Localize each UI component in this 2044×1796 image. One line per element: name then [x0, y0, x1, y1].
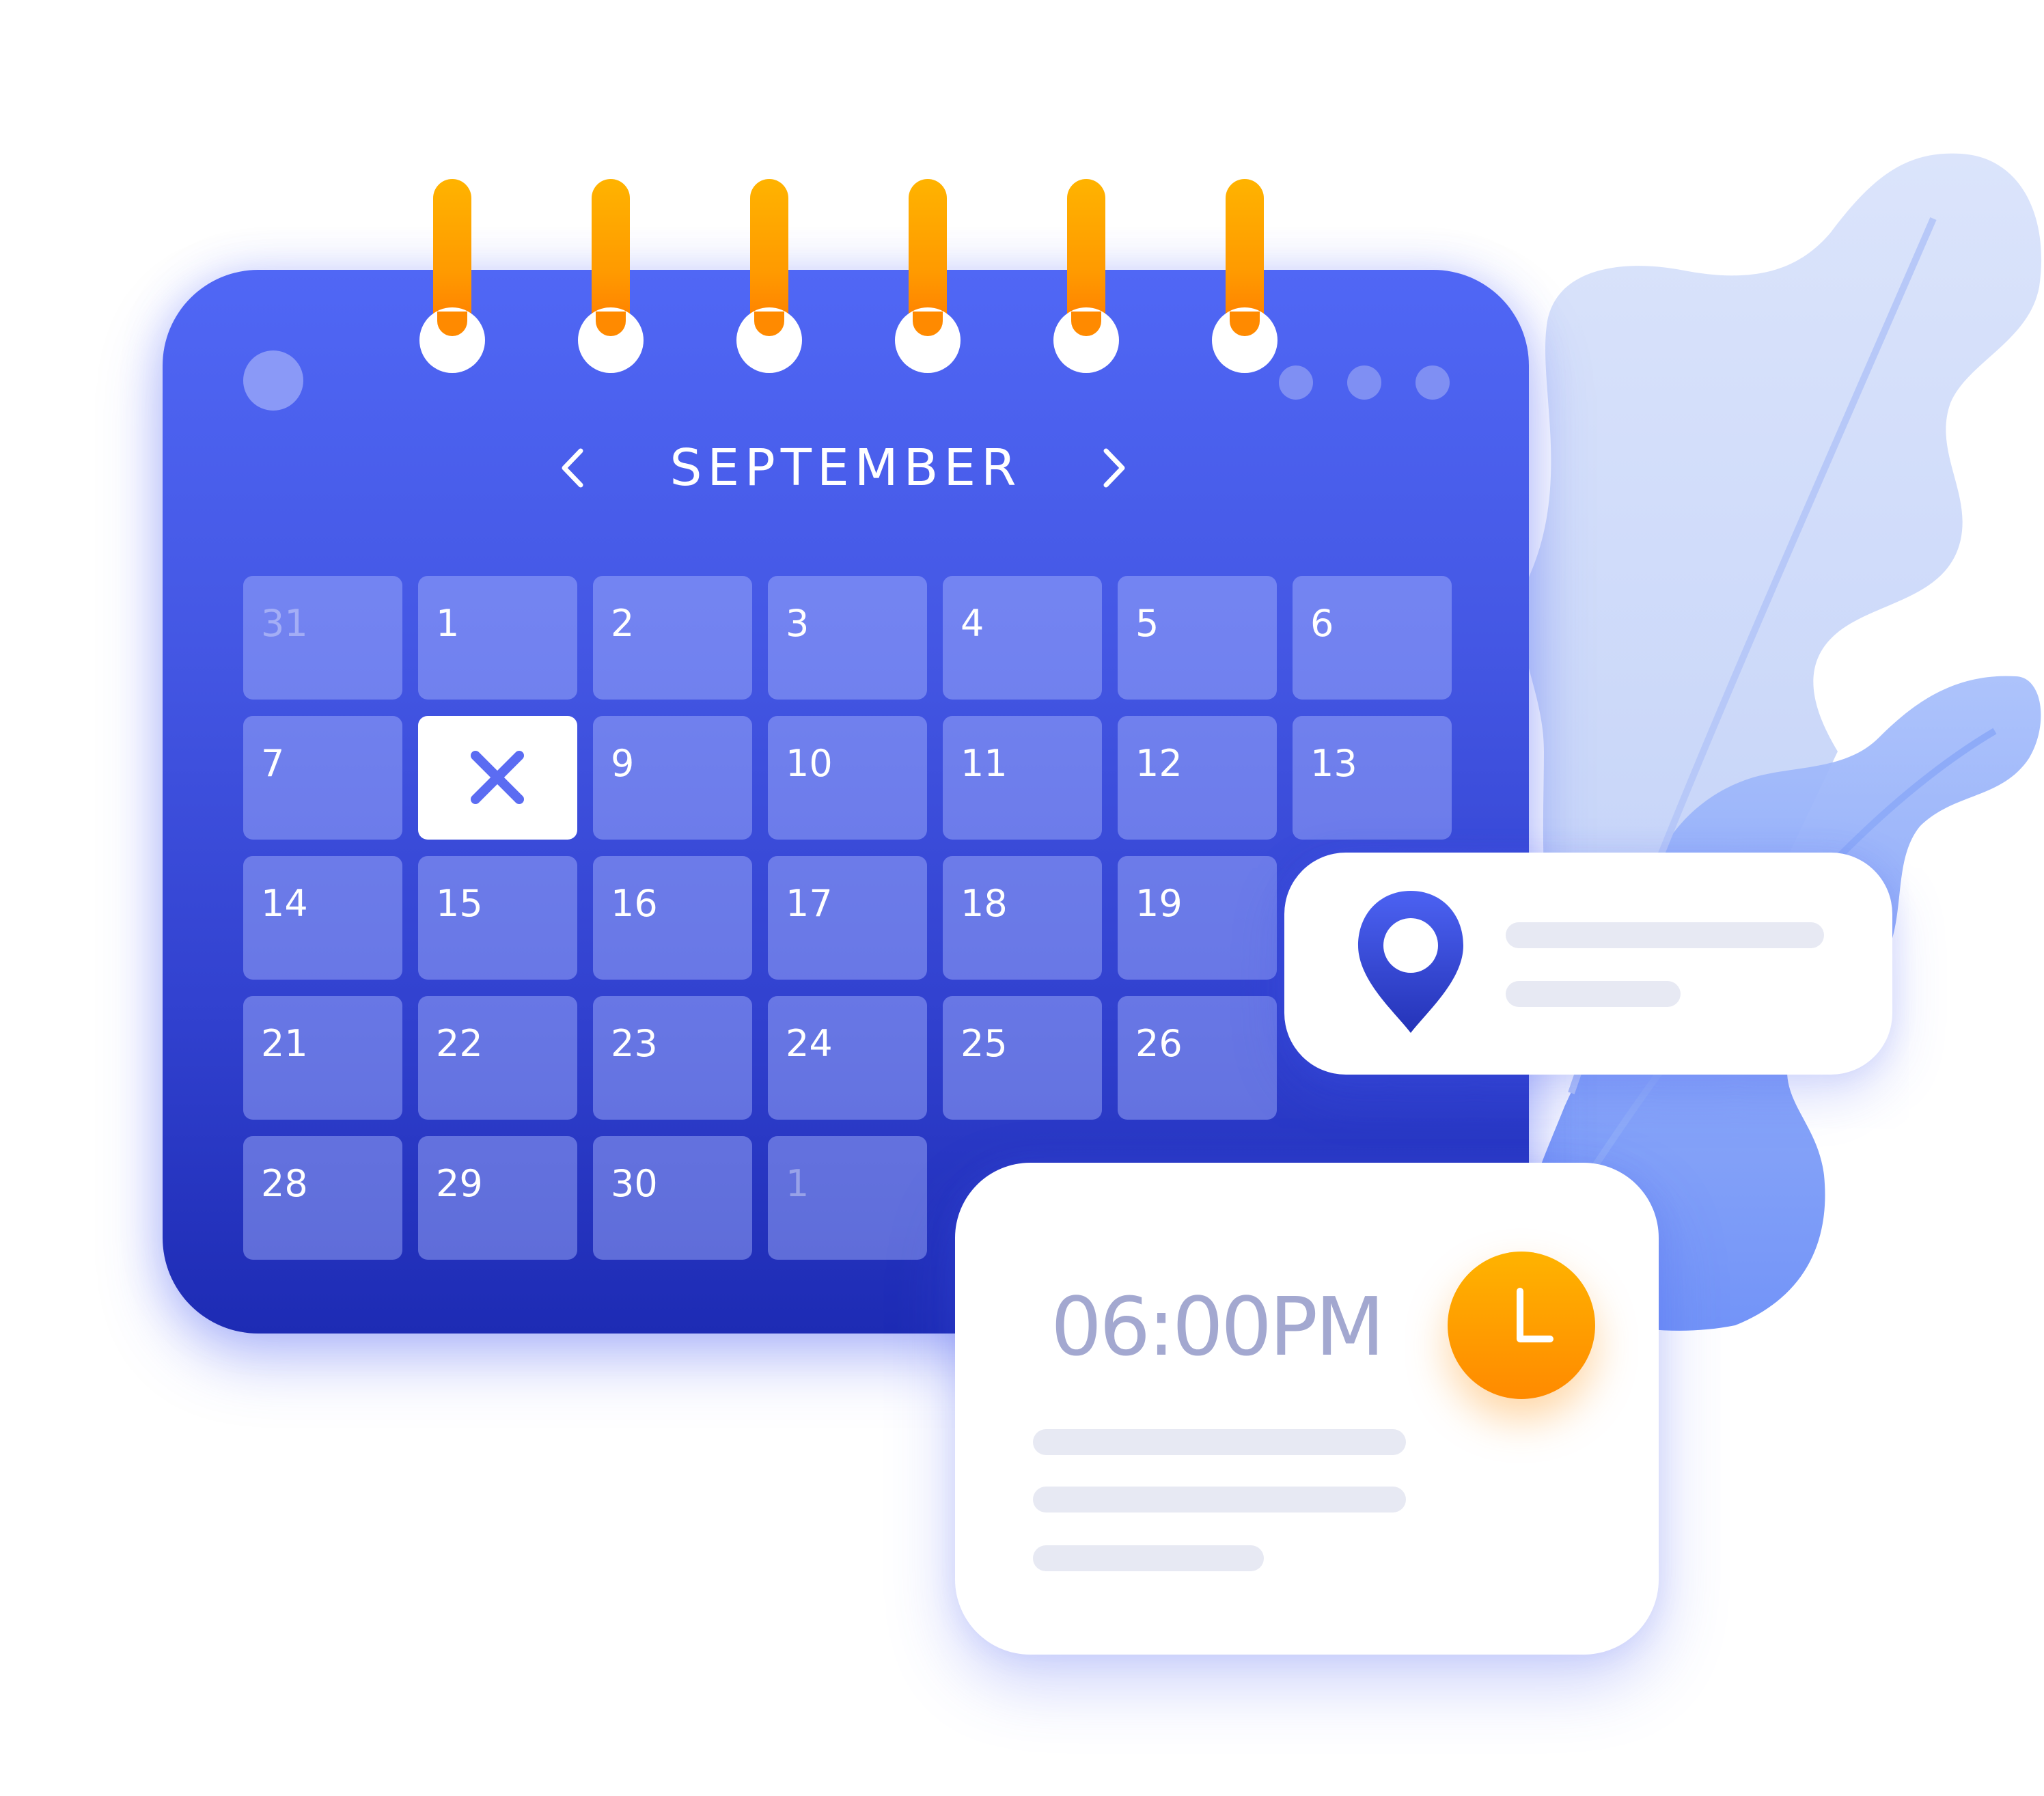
ring-hole [736, 307, 802, 373]
day-number: 4 [961, 602, 984, 645]
day-cell[interactable]: 3 [768, 576, 927, 700]
day-cell[interactable]: 24 [768, 996, 927, 1120]
day-number: 17 [786, 882, 833, 925]
day-cell[interactable]: 5 [1118, 576, 1277, 700]
day-cell[interactable]: 28 [243, 1136, 402, 1260]
day-cell[interactable]: 1 [418, 576, 577, 700]
day-cell[interactable]: 1 [768, 1136, 927, 1260]
day-number: 15 [436, 882, 483, 925]
time-card[interactable]: 06:00PM [955, 1163, 1659, 1655]
placeholder-line [1506, 981, 1681, 1007]
day-cell[interactable]: 31 [243, 576, 402, 700]
close-icon [471, 751, 524, 804]
day-cell[interactable]: 29 [418, 1136, 577, 1260]
day-cell-selected[interactable] [418, 716, 577, 840]
day-number: 1 [436, 602, 460, 645]
day-number: 2 [611, 602, 635, 645]
month-title: SEPTEMBER [669, 439, 1022, 497]
day-cell[interactable]: 7 [243, 716, 402, 840]
placeholder-line [1033, 1545, 1264, 1571]
day-number: 18 [961, 882, 1008, 925]
day-number: 3 [786, 602, 810, 645]
day-cell[interactable]: 9 [593, 716, 752, 840]
ring-hole [1053, 307, 1119, 373]
day-number: 9 [611, 742, 635, 785]
day-number: 26 [1135, 1022, 1183, 1065]
day-cell[interactable]: 30 [593, 1136, 752, 1260]
clock-icon [1448, 1252, 1595, 1399]
day-number: 25 [961, 1022, 1008, 1065]
day-number: 5 [1135, 602, 1159, 645]
day-number: 13 [1310, 742, 1357, 785]
day-cell[interactable]: 22 [418, 996, 577, 1120]
day-number: 30 [611, 1162, 658, 1205]
day-cell[interactable]: 4 [943, 576, 1102, 700]
dot [1415, 365, 1450, 400]
day-number: 24 [786, 1022, 833, 1065]
day-grid: 31 1 2 3 4 5 6 7 9 10 11 12 13 14 15 16 17 18 19 21 22 23 24 25… [243, 576, 1452, 1260]
day-cell[interactable]: 16 [593, 856, 752, 980]
day-cell[interactable]: 18 [943, 856, 1102, 980]
dot [1279, 365, 1313, 400]
day-number: 11 [961, 742, 1008, 785]
location-card[interactable] [1284, 853, 1892, 1075]
ring-hole [895, 307, 961, 373]
day-cell[interactable]: 10 [768, 716, 927, 840]
day-cell[interactable]: 13 [1293, 716, 1452, 840]
day-number: 22 [436, 1022, 483, 1065]
day-cell[interactable]: 11 [943, 716, 1102, 840]
day-cell[interactable]: 21 [243, 996, 402, 1120]
day-number: 16 [611, 882, 658, 925]
day-number: 6 [1310, 602, 1334, 645]
placeholder-line [1506, 922, 1824, 948]
placeholder-line [1033, 1487, 1406, 1512]
month-navigation: SEPTEMBER [163, 434, 1529, 502]
calendar-dot [243, 350, 303, 411]
calendar-menu-dots[interactable] [1279, 365, 1450, 400]
day-number: 31 [261, 602, 308, 645]
day-number: 14 [261, 882, 308, 925]
day-number: 28 [261, 1162, 308, 1205]
chevron-right-icon[interactable] [1088, 444, 1136, 492]
day-cell[interactable]: 17 [768, 856, 927, 980]
day-number: 7 [261, 742, 285, 785]
day-number: 23 [611, 1022, 658, 1065]
ring-hole [578, 307, 644, 373]
day-cell[interactable]: 19 [1118, 856, 1277, 980]
day-cell[interactable]: 23 [593, 996, 752, 1120]
day-cell[interactable]: 26 [1118, 996, 1277, 1120]
day-number: 12 [1135, 742, 1183, 785]
day-cell[interactable]: 6 [1293, 576, 1452, 700]
day-number: 21 [261, 1022, 308, 1065]
day-cell[interactable]: 2 [593, 576, 752, 700]
chevron-left-icon[interactable] [551, 444, 598, 492]
day-cell[interactable]: 15 [418, 856, 577, 980]
ring-hole [419, 307, 485, 373]
day-number: 29 [436, 1162, 483, 1205]
map-pin-icon [1358, 891, 1463, 1033]
day-number: 1 [786, 1162, 810, 1205]
event-time: 06:00PM [1051, 1280, 1385, 1374]
day-cell[interactable]: 14 [243, 856, 402, 980]
placeholder-line [1033, 1429, 1406, 1455]
dot [1347, 365, 1381, 400]
day-cell[interactable]: 12 [1118, 716, 1277, 840]
day-cell[interactable]: 25 [943, 996, 1102, 1120]
day-number: 19 [1135, 882, 1183, 925]
ring-hole [1212, 307, 1278, 373]
day-number: 10 [786, 742, 833, 785]
